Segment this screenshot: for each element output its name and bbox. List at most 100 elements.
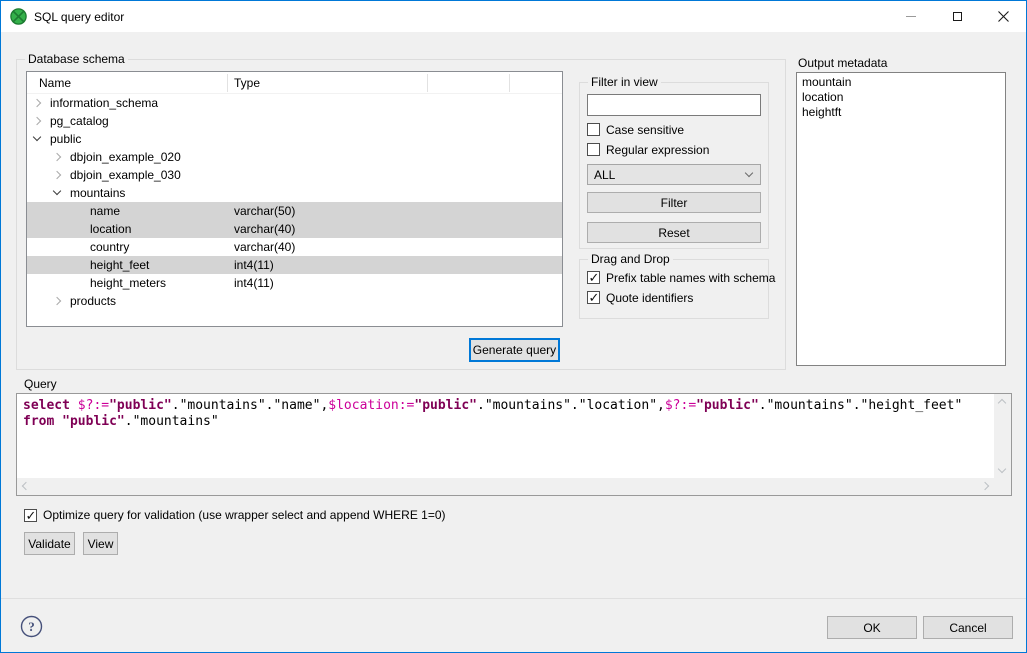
maximize-button[interactable] bbox=[934, 1, 980, 32]
tree-cell-name: dbjoin_example_030 bbox=[70, 168, 181, 182]
query-text[interactable]: select $?:="public"."mountains"."name",$… bbox=[17, 394, 994, 478]
optimize-query-option[interactable]: Optimize query for validation (use wrapp… bbox=[24, 508, 446, 523]
prefix-table-names-checkbox[interactable] bbox=[587, 271, 600, 284]
tree-row[interactable]: dbjoin_example_020 bbox=[27, 148, 562, 166]
tree-row[interactable]: location varchar(40) bbox=[27, 220, 562, 238]
filter-input[interactable] bbox=[587, 94, 761, 116]
view-button[interactable]: View bbox=[83, 532, 118, 555]
validate-button[interactable]: Validate bbox=[24, 532, 75, 555]
query-label: Query bbox=[24, 377, 57, 391]
schema-tree-body: information_schema pg_catalogpublic dbjoin… bbox=[27, 94, 562, 310]
minimize-icon bbox=[906, 16, 916, 17]
tree-cell-type: varchar(40) bbox=[234, 222, 295, 236]
case-sensitive-option[interactable]: Case sensitive bbox=[587, 122, 684, 137]
optimize-query-label: Optimize query for validation (use wrapp… bbox=[43, 508, 446, 522]
tree-row[interactable]: information_schema bbox=[27, 94, 562, 112]
tree-row[interactable]: height_feet int4(11) bbox=[27, 256, 562, 274]
chevron-collapsed-icon[interactable] bbox=[53, 153, 61, 161]
vertical-scrollbar[interactable] bbox=[994, 394, 1011, 478]
optimize-query-checkbox[interactable] bbox=[24, 509, 37, 522]
filter-scope-value: ALL bbox=[594, 168, 615, 182]
tree-cell-name: pg_catalog bbox=[50, 114, 109, 128]
clover-app-icon bbox=[10, 8, 27, 25]
tree-row[interactable]: dbjoin_example_030 bbox=[27, 166, 562, 184]
minimize-button[interactable] bbox=[888, 1, 934, 32]
chevron-collapsed-icon[interactable] bbox=[53, 171, 61, 179]
tree-row[interactable]: pg_catalog bbox=[27, 112, 562, 130]
column-header-type[interactable]: Type bbox=[234, 76, 260, 90]
metadata-item[interactable]: mountain bbox=[802, 75, 1000, 90]
tree-cell-type: varchar(50) bbox=[234, 204, 295, 218]
output-metadata-list[interactable]: mountainlocationheightft bbox=[796, 72, 1006, 366]
tree-cell-name: height_meters bbox=[90, 276, 166, 290]
metadata-item[interactable]: heightft bbox=[802, 105, 1000, 120]
scroll-right-icon[interactable] bbox=[981, 482, 989, 490]
output-metadata-label: Output metadata bbox=[798, 56, 887, 70]
regular-expression-checkbox[interactable] bbox=[587, 143, 600, 156]
schema-tree-header: Name Type bbox=[27, 72, 562, 94]
chevron-collapsed-icon[interactable] bbox=[33, 99, 41, 107]
column-separator[interactable] bbox=[227, 74, 228, 92]
titlebar[interactable]: SQL query editor bbox=[1, 1, 1026, 32]
tree-cell-type: int4(11) bbox=[234, 258, 274, 272]
prefix-table-names-label: Prefix table names with schema bbox=[606, 271, 775, 285]
close-button[interactable] bbox=[980, 1, 1026, 32]
generate-query-button[interactable]: Generate query bbox=[469, 338, 560, 362]
close-icon bbox=[998, 11, 1009, 22]
tree-cell-name: dbjoin_example_020 bbox=[70, 150, 181, 164]
database-schema-label: Database schema bbox=[25, 52, 128, 66]
chevron-collapsed-icon[interactable] bbox=[53, 297, 61, 305]
column-separator[interactable] bbox=[509, 74, 510, 92]
window-title: SQL query editor bbox=[34, 10, 124, 24]
tree-row[interactable]: public bbox=[27, 130, 562, 148]
tree-cell-name: height_feet bbox=[90, 258, 149, 272]
regular-expression-option[interactable]: Regular expression bbox=[587, 142, 709, 157]
horizontal-scrollbar[interactable] bbox=[17, 478, 994, 495]
reset-button[interactable]: Reset bbox=[587, 222, 761, 243]
tree-row[interactable]: country varchar(40) bbox=[27, 238, 562, 256]
scroll-up-icon[interactable] bbox=[998, 399, 1006, 407]
quote-identifiers-checkbox[interactable] bbox=[587, 291, 600, 304]
tree-cell-name: mountains bbox=[70, 186, 125, 200]
sql-query-editor-dialog: SQL query editor Database schema Name Ty… bbox=[0, 0, 1027, 653]
metadata-item[interactable]: location bbox=[802, 90, 1000, 105]
svg-text:?: ? bbox=[28, 619, 35, 634]
case-sensitive-label: Case sensitive bbox=[606, 123, 684, 137]
drag-and-drop-label: Drag and Drop bbox=[588, 252, 673, 266]
ok-button[interactable]: OK bbox=[827, 616, 917, 639]
filter-in-view-label: Filter in view bbox=[588, 75, 661, 89]
schema-tree[interactable]: Name Type information_schema pg_catalogpu… bbox=[26, 71, 563, 327]
scroll-left-icon[interactable] bbox=[22, 482, 30, 490]
tree-row[interactable]: mountains bbox=[27, 184, 562, 202]
tree-cell-name: public bbox=[50, 132, 81, 146]
chevron-down-icon bbox=[745, 169, 753, 177]
tree-cell-type: int4(11) bbox=[234, 276, 274, 290]
tree-cell-name: country bbox=[90, 240, 129, 254]
tree-cell-type: varchar(40) bbox=[234, 240, 295, 254]
quote-identifiers-label: Quote identifiers bbox=[606, 291, 693, 305]
chevron-collapsed-icon[interactable] bbox=[33, 117, 41, 125]
drag-and-drop-group: Drag and Drop bbox=[579, 259, 769, 319]
help-button[interactable]: ? bbox=[20, 615, 43, 638]
filter-scope-dropdown[interactable]: ALL bbox=[587, 164, 761, 185]
chevron-expanded-icon[interactable] bbox=[33, 133, 41, 141]
prefix-table-names-option[interactable]: Prefix table names with schema bbox=[587, 270, 775, 285]
case-sensitive-checkbox[interactable] bbox=[587, 123, 600, 136]
scroll-down-icon[interactable] bbox=[998, 465, 1006, 473]
filter-button[interactable]: Filter bbox=[587, 192, 761, 213]
question-mark-icon: ? bbox=[20, 615, 43, 638]
tree-cell-name: products bbox=[70, 294, 116, 308]
tree-cell-name: information_schema bbox=[50, 96, 158, 110]
scrollbar-corner bbox=[994, 478, 1011, 495]
tree-row[interactable]: products bbox=[27, 292, 562, 310]
cancel-button[interactable]: Cancel bbox=[923, 616, 1013, 639]
tree-row[interactable]: height_meters int4(11) bbox=[27, 274, 562, 292]
tree-row[interactable]: name varchar(50) bbox=[27, 202, 562, 220]
chevron-expanded-icon[interactable] bbox=[53, 187, 61, 195]
quote-identifiers-option[interactable]: Quote identifiers bbox=[587, 290, 693, 305]
query-editor[interactable]: select $?:="public"."mountains"."name",$… bbox=[16, 393, 1012, 496]
column-header-name[interactable]: Name bbox=[39, 76, 71, 90]
tree-cell-name: name bbox=[90, 204, 120, 218]
column-separator[interactable] bbox=[427, 74, 428, 92]
tree-cell-name: location bbox=[90, 222, 131, 236]
